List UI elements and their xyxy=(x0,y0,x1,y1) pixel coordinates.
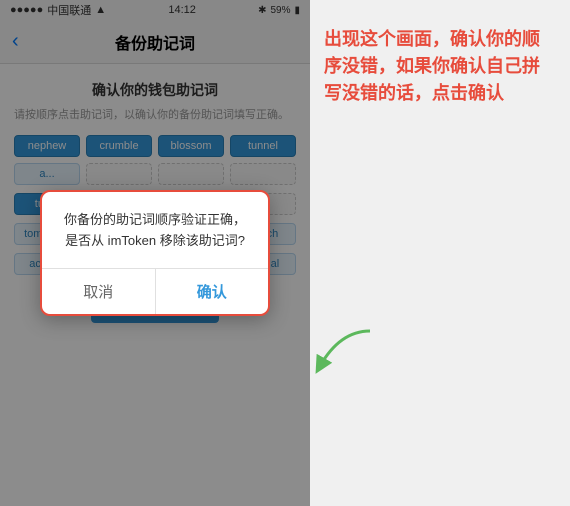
modal-cancel-button[interactable]: 取消 xyxy=(42,269,156,314)
modal-ok-button[interactable]: 确认 xyxy=(156,269,269,314)
phone-panel: ●●●●● 中国联通 ▲ 14:12 ✱ 59% ▮ ‹ 备份助记词 确认你的钱… xyxy=(0,0,310,506)
arrow-indicator xyxy=(300,321,380,386)
annotation-text: 出现这个画面，确认你的顺序没错，如果你确认自己拼写没错的话，点击确认 xyxy=(324,26,556,107)
modal-actions: 取消 确认 xyxy=(42,268,268,314)
annotation-panel: 出现这个画面，确认你的顺序没错，如果你确认自己拼写没错的话，点击确认 xyxy=(310,0,570,506)
modal-overlay: 你备份的助记词顺序验证正确，是否从 imToken 移除该助记词? 取消 确认 xyxy=(0,0,310,506)
arrow-svg xyxy=(300,321,380,381)
modal-dialog: 你备份的助记词顺序验证正确，是否从 imToken 移除该助记词? 取消 确认 xyxy=(40,190,270,316)
modal-message: 你备份的助记词顺序验证正确，是否从 imToken 移除该助记词? xyxy=(58,210,252,252)
